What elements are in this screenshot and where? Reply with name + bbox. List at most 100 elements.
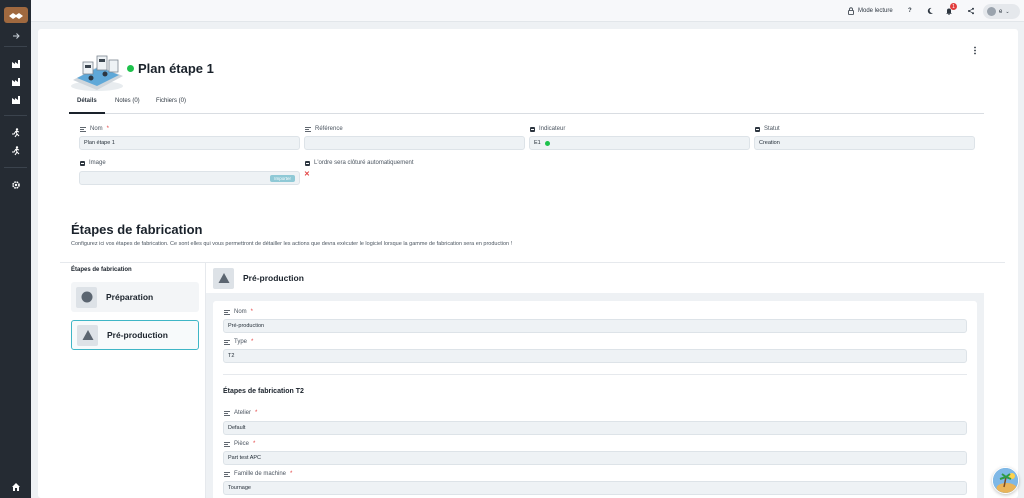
factory-icon[interactable] — [8, 94, 23, 106]
auto-close-label: L'ordre sera clôturé automatiquement — [305, 160, 414, 166]
factory-icon[interactable] — [8, 76, 23, 88]
tab-notes[interactable]: Notes (0) — [107, 98, 148, 114]
triangle-icon — [213, 267, 234, 289]
running-person-icon[interactable] — [8, 145, 23, 157]
dark-mode-button[interactable] — [926, 0, 934, 22]
detail-header: Pré-production — [206, 263, 1018, 293]
image-square-icon — [80, 160, 85, 166]
piece-select[interactable]: Part test APC — [223, 451, 967, 465]
indicator-green-dot — [544, 140, 550, 146]
indicateur-label: Indicateur — [530, 126, 565, 132]
dropdown-square-icon — [530, 126, 535, 132]
read-mode-button[interactable]: Mode lecture — [847, 0, 893, 22]
nom-label: Nom * — [80, 126, 109, 132]
app-logo[interactable] — [4, 7, 28, 23]
chevron-down-icon: ⌄ — [1005, 8, 1010, 15]
detail-type-label: Type * — [224, 339, 253, 345]
moon-icon — [927, 7, 933, 14]
section-title: Étapes de fabrication — [71, 222, 203, 237]
factory-icon[interactable] — [8, 58, 23, 70]
circle-icon — [76, 286, 97, 308]
text-lines-icon — [80, 126, 86, 132]
detail-title: Pré-production — [243, 273, 304, 283]
text-lines-icon — [224, 441, 230, 447]
share-icon — [968, 7, 974, 15]
user-menu[interactable]: e ⌄ — [983, 4, 1020, 19]
topbar: Mode lecture ? 1 e ⌄ — [31, 0, 1024, 22]
section-description: Configurez ici vos étapes de fabrication… — [71, 241, 513, 247]
read-mode-label: Mode lecture — [858, 8, 893, 14]
step-card-pre-production[interactable]: Pré-production — [71, 320, 199, 350]
help-button[interactable]: ? — [908, 0, 912, 22]
auto-close-label-text: L'ordre sera clôturé automatiquement — [314, 160, 414, 166]
import-button[interactable]: Importer — [270, 175, 295, 182]
detail-type-label-text: Type — [234, 339, 248, 345]
main-panel: Plan étape 1 Détails Notes (0) Fichiers … — [38, 29, 1018, 498]
atelier-label: Atelier * — [224, 410, 257, 416]
sidebar-divider — [4, 115, 27, 116]
indicateur-value: E1 — [534, 140, 541, 146]
help-label: ? — [908, 8, 912, 14]
famille-label-text: Famille de machine — [234, 471, 287, 477]
page-title: Plan étape 1 — [138, 61, 214, 76]
image-upload-field[interactable]: Importer — [79, 171, 300, 185]
notifications-button[interactable]: 1 — [945, 0, 957, 22]
production-line-illustration — [71, 55, 123, 91]
piece-label-text: Pièce — [234, 441, 250, 447]
detail-subtitle: Étapes de fabrication T2 — [223, 388, 304, 395]
checkbox-square-icon — [305, 160, 310, 166]
image-label: Image — [80, 160, 106, 166]
nom-value: Plan étape 1 — [84, 140, 115, 146]
status-indicator-dot — [127, 65, 134, 72]
detail-card: Nom * Pré-production Type * T2 Étapes de… — [213, 301, 977, 498]
reference-input[interactable] — [304, 136, 525, 150]
detail-nom-input[interactable]: Pré-production — [223, 319, 967, 333]
indicateur-label-text: Indicateur — [539, 126, 566, 132]
famille-value: Tournage — [228, 485, 251, 491]
statut-label: Statut — [755, 126, 780, 132]
sidebar — [0, 0, 31, 498]
atelier-select[interactable]: Default — [223, 421, 967, 435]
detail-nom-value: Pré-production — [228, 323, 265, 329]
nom-input[interactable]: Plan étape 1 — [79, 136, 300, 150]
text-lines-icon — [305, 126, 311, 132]
step-card-preparation[interactable]: Préparation — [71, 282, 199, 312]
reference-label-text: Référence — [315, 126, 343, 132]
tab-files[interactable]: Fichiers (0) — [148, 98, 194, 114]
tab-details[interactable]: Détails — [69, 98, 105, 114]
step-label: Pré-production — [107, 330, 168, 340]
required-asterisk: * — [290, 471, 293, 477]
detail-nom-label-text: Nom — [234, 309, 247, 315]
image-label-text: Image — [89, 160, 106, 166]
triangle-icon — [77, 324, 98, 346]
notification-badge: 1 — [950, 3, 957, 10]
detail-type-input[interactable]: T2 — [223, 349, 967, 363]
assistant-button[interactable] — [992, 467, 1019, 494]
text-lines-icon — [224, 309, 230, 315]
nom-label-text: Nom — [90, 126, 103, 132]
famille-select[interactable]: Tournage — [223, 481, 967, 495]
famille-label: Famille de machine * — [224, 471, 292, 477]
close-icon[interactable]: ✕ — [304, 170, 310, 178]
reference-label: Référence — [305, 126, 343, 132]
handshake-icon — [9, 12, 23, 19]
required-asterisk: * — [255, 410, 258, 416]
more-options-icon[interactable] — [973, 46, 977, 55]
home-icon[interactable] — [8, 481, 23, 493]
share-button[interactable] — [967, 0, 975, 22]
dropdown-square-icon — [755, 126, 760, 132]
detail-divider — [223, 374, 967, 375]
gear-icon[interactable] — [8, 179, 23, 191]
expand-arrow-icon[interactable] — [8, 30, 23, 42]
statut-select[interactable]: Creation — [754, 136, 975, 150]
statut-label-text: Statut — [764, 126, 780, 132]
detail-nom-label: Nom * — [224, 309, 253, 315]
text-lines-icon — [224, 339, 230, 345]
user-initial: e — [999, 8, 1003, 15]
detail-type-value: T2 — [228, 353, 235, 359]
running-person-icon[interactable] — [8, 127, 23, 139]
tab-bar: Détails Notes (0) Fichiers (0) — [69, 94, 984, 114]
avatar — [987, 7, 996, 16]
indicateur-select[interactable]: E1 — [529, 136, 750, 150]
step-label: Préparation — [106, 292, 154, 302]
